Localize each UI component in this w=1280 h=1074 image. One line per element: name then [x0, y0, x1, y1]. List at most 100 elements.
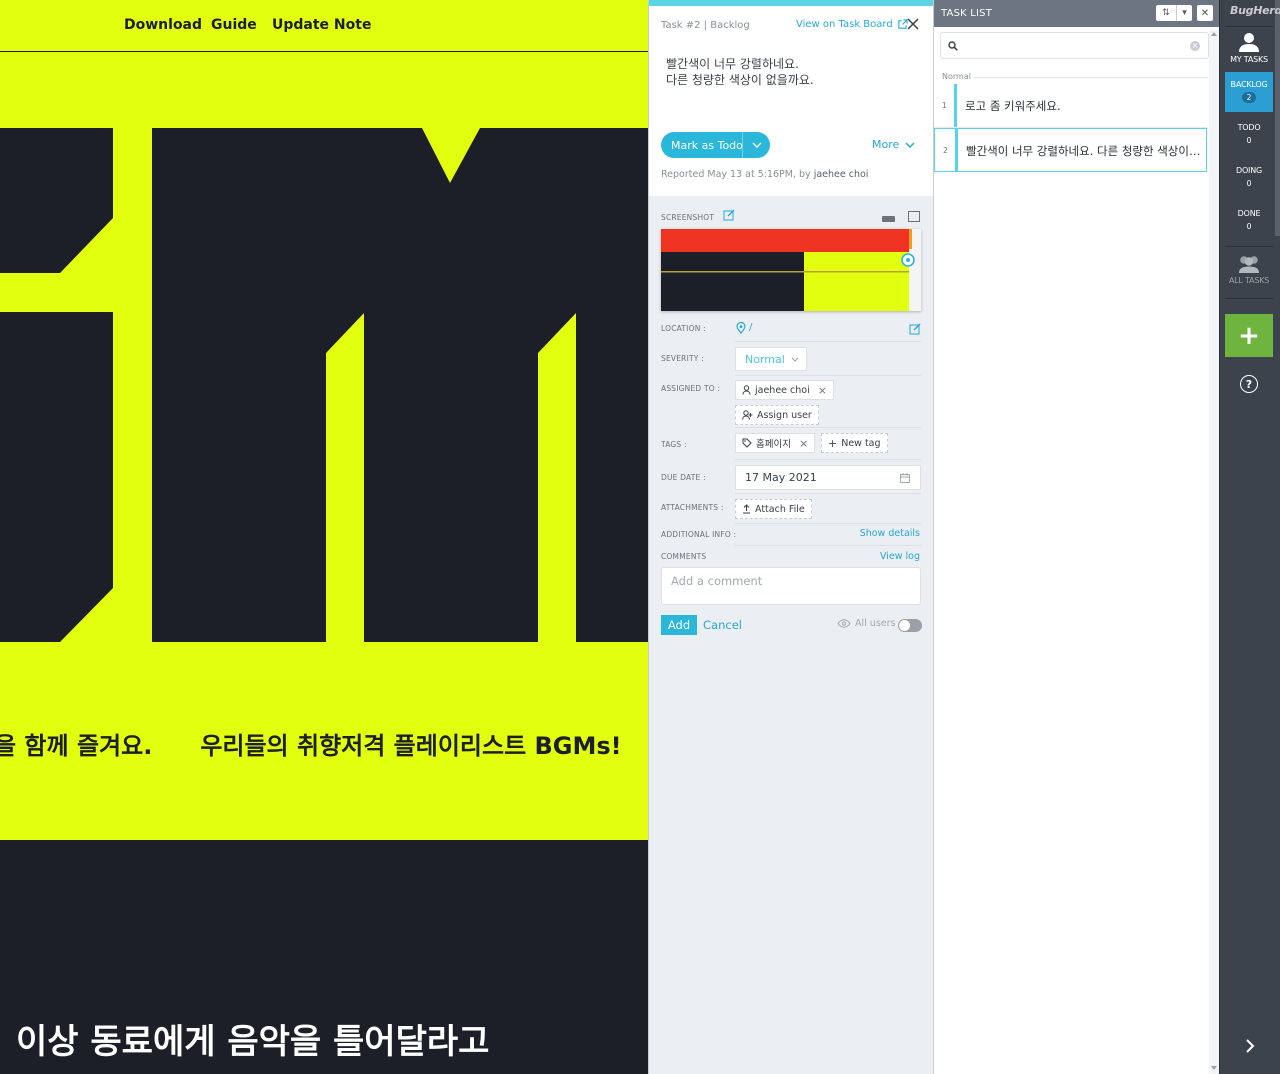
sidebar-item-my-tasks[interactable]: MY TASKS — [1225, 30, 1273, 70]
view-on-task-board-link[interactable]: View on Task Board — [796, 19, 908, 30]
close-task-list-icon[interactable]: ✕ — [1197, 5, 1213, 21]
view-on-task-board-label: View on Task Board — [796, 19, 893, 30]
edit-icon[interactable] — [723, 209, 735, 221]
sidebar-item-todo[interactable]: TODO 0 — [1225, 115, 1273, 155]
user-icon — [1239, 33, 1259, 52]
task-list-header: TASK LIST ⇅ ▾ ✕ — [934, 0, 1220, 27]
additional-row — [661, 524, 921, 546]
reporter-name: jaehee choi — [813, 169, 869, 180]
more-button[interactable]: More — [872, 138, 915, 151]
sort-button[interactable]: ⇅ ▾ — [1156, 5, 1192, 21]
mark-as-todo-label: Mark as Todo — [671, 138, 743, 152]
scroll-down-icon[interactable] — [1211, 1066, 1217, 1070]
location-row — [661, 310, 921, 342]
task-status-bar — [954, 84, 957, 127]
marquee-text-1: 을 함께 즐겨요. — [0, 732, 153, 760]
nav-guide-link[interactable]: Guide — [211, 17, 257, 33]
assigned-row — [661, 376, 921, 428]
severity-group-label: Normal — [942, 72, 971, 81]
caret-down-icon: ▾ — [1176, 5, 1192, 21]
task-list-scrollbar[interactable] — [1209, 30, 1219, 1074]
task-detail-header: Task #2 | Backlog View on Task Board 빨간색… — [649, 0, 934, 196]
task-id: Task #2 | Backlog — [661, 20, 750, 31]
eye-icon — [837, 619, 851, 628]
chevron-down-icon[interactable] — [742, 132, 770, 158]
clear-search-icon[interactable]: × — [1190, 41, 1200, 51]
comment-input[interactable]: Add a comment — [661, 567, 921, 605]
task-description-line-2: 다른 청량한 색상이 없을까요. — [666, 73, 814, 87]
tags-row — [661, 428, 921, 460]
done-label: DONE — [1237, 209, 1261, 218]
divider — [974, 77, 1208, 78]
chevron-down-icon — [905, 142, 915, 148]
website-background: Download Guide Update Note 을 함께 즐겨요. 우리들의… — [0, 0, 648, 1074]
chevron-right-icon[interactable] — [1242, 1038, 1258, 1054]
divider — [1225, 26, 1273, 27]
screenshot-thumbnail[interactable] — [661, 229, 921, 311]
bugherd-logo: BugHerd — [1230, 4, 1280, 17]
expand-screenshot-icon[interactable] — [908, 211, 920, 222]
all-users-label: All users — [855, 618, 896, 629]
all-users-toggle[interactable] — [898, 619, 922, 632]
sidebar-item-done[interactable]: DONE 0 — [1225, 201, 1273, 241]
divider — [1225, 246, 1273, 247]
screenshot-label: SCREENSHOT — [661, 213, 715, 222]
sort-icon: ⇅ — [1162, 8, 1170, 18]
add-task-button[interactable]: + — [1225, 314, 1273, 357]
scroll-up-icon[interactable] — [1211, 32, 1217, 36]
task-status-bar — [955, 129, 958, 172]
all-users-visibility: All users — [837, 618, 895, 629]
marquee-text-2: 우리들의 취향저격 플레이리스트 BGMs! — [200, 732, 622, 760]
mark-as-todo-button[interactable]: Mark as Todo — [661, 132, 770, 158]
my-tasks-label: MY TASKS — [1230, 55, 1268, 64]
cancel-comment-button[interactable]: Cancel — [703, 618, 742, 632]
sidebar-item-all-tasks[interactable]: ALL TASKS — [1225, 252, 1273, 292]
bugherd-sidebar: BugHerd MY TASKS BACKLOG 2 TODO 0 DOING … — [1219, 0, 1280, 1074]
comments-label: COMMENTS — [661, 552, 707, 561]
reported-prefix: Reported May 13 at 5:16PM, by — [661, 169, 811, 180]
task-title: 로고 좀 키워주세요. — [965, 99, 1061, 113]
all-tasks-label: ALL TASKS — [1228, 276, 1270, 285]
due-date-row — [661, 460, 921, 494]
add-comment-button[interactable]: Add — [661, 615, 697, 635]
todo-label: TODO — [1237, 123, 1261, 132]
task-title: 빨간색이 너무 강렬하네요. 다른 청량한 색상이 없을까요. — [966, 144, 1202, 158]
divider — [1225, 298, 1273, 299]
nav-download-link[interactable]: Download — [124, 17, 202, 33]
doing-label: DOING — [1235, 166, 1262, 175]
minimize-screenshot-icon[interactable] — [882, 216, 895, 222]
hero-logo-artwork — [0, 128, 648, 642]
more-label: More — [872, 138, 900, 151]
task-number: 1 — [942, 101, 947, 110]
site-nav: Download Guide Update Note — [0, 0, 648, 52]
backlog-count-badge: 2 — [1242, 92, 1256, 103]
reported-info: Reported May 13 at 5:16PM, by jaehee cho… — [661, 169, 868, 180]
site-heading: 이상 동료에게 음악을 틀어달라고 — [16, 1022, 490, 1062]
close-icon[interactable] — [905, 16, 921, 32]
task-list-item[interactable]: 1 로고 좀 키워주세요. — [934, 84, 1207, 128]
task-number: 2 — [943, 146, 948, 155]
nav-update-note-link[interactable]: Update Note — [272, 17, 371, 33]
doing-count-badge: 0 — [1246, 179, 1252, 188]
todo-count-badge: 0 — [1246, 136, 1252, 145]
divider — [735, 545, 921, 546]
task-list-title: TASK LIST — [941, 8, 993, 19]
attachments-row — [661, 494, 921, 524]
severity-row — [661, 342, 921, 376]
search-icon — [948, 41, 958, 51]
hero-section: Download Guide Update Note 을 함께 즐겨요. 우리들의… — [0, 0, 648, 840]
sidebar-scrollbar[interactable] — [1275, 0, 1280, 236]
sidebar-item-backlog[interactable]: BACKLOG 2 — [1225, 72, 1273, 112]
sidebar-item-doing[interactable]: DOING 0 — [1225, 158, 1273, 198]
task-search: × — [940, 32, 1209, 59]
task-list-panel: TASK LIST ⇅ ▾ ✕ × Normal 1 로고 좀 키워주세요. 2… — [933, 0, 1220, 1074]
task-description: 빨간색이 너무 강렬하네요. 다른 청량한 색상이 없을까요. — [666, 56, 916, 88]
task-search-input[interactable] — [965, 36, 1185, 55]
marquee-text: 을 함께 즐겨요. 우리들의 취향저격 플레이리스트 BGMs! — [0, 726, 622, 761]
help-icon[interactable]: ? — [1240, 375, 1258, 393]
task-list-item-selected[interactable]: 2 빨간색이 너무 강렬하네요. 다른 청량한 색상이 없을까요. — [934, 128, 1207, 172]
task-detail-panel: Task #2 | Backlog View on Task Board 빨간색… — [648, 0, 934, 1074]
view-log-link[interactable]: View log — [880, 551, 920, 562]
users-icon — [1239, 256, 1259, 273]
screen: Download Guide Update Note 을 함께 즐겨요. 우리들의… — [0, 0, 1280, 1074]
